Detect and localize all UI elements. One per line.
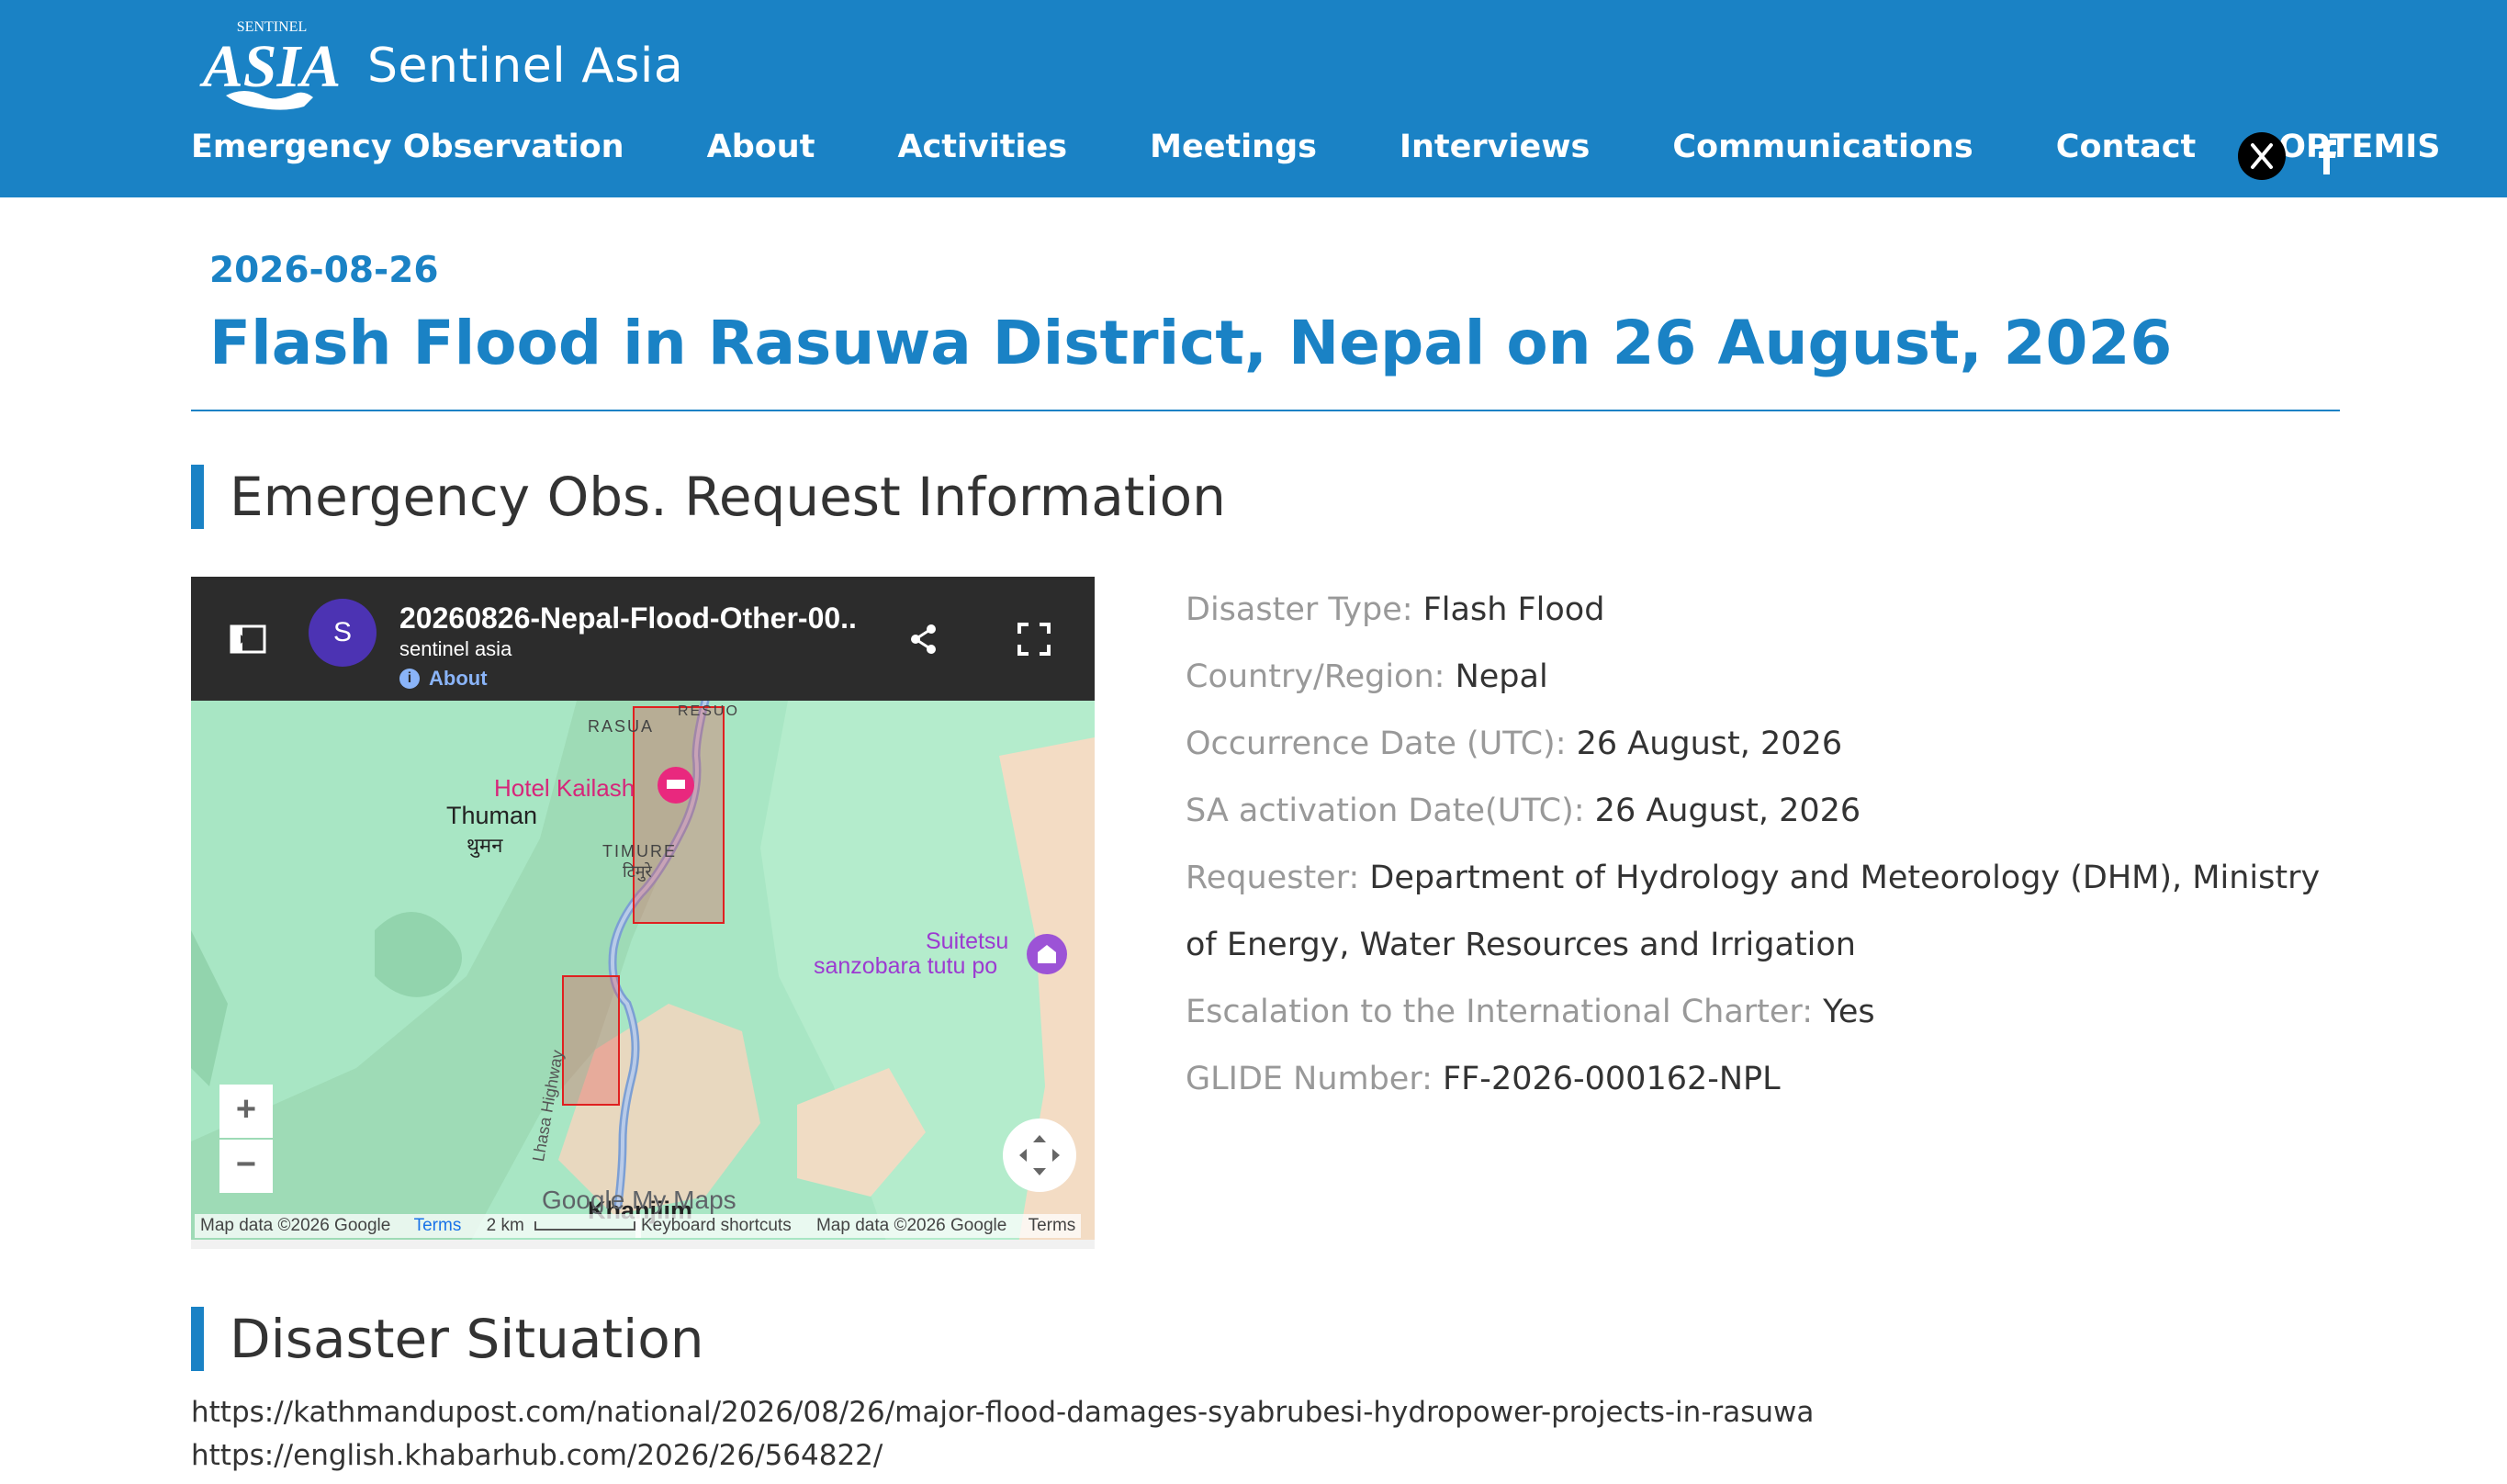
info-value: 26 August, 2026: [1594, 793, 1861, 829]
page-title: Flash Flood in Rasuwa District, Nepal on…: [209, 308, 2173, 378]
info-value: Yes: [1823, 994, 1875, 1030]
zoom-in-button[interactable]: +: [219, 1085, 273, 1138]
source-link[interactable]: https://kathmandupost.com/national/2026/…: [191, 1396, 1814, 1429]
info-label: Occurrence Date (UTC):: [1186, 725, 1577, 762]
flood-area-box: [633, 706, 725, 924]
sidebar-toggle-icon[interactable]: [228, 619, 268, 659]
info-label: Escalation to the International Charter:: [1186, 994, 1824, 1030]
map-attribution-right: Keyboard shortcuts Map data ©2026 Google…: [635, 1214, 1082, 1238]
flood-area-box: [562, 975, 620, 1106]
info-label: Disaster Type:: [1186, 591, 1423, 628]
post-date: 2026-08-26: [209, 250, 439, 291]
map-terms-link[interactable]: Terms: [414, 1216, 462, 1235]
map-label-timure: TIMURE: [602, 842, 677, 860]
map-title: 20260826-Nepal-Flood-Other-00..: [399, 601, 857, 635]
info-value: Flash Flood: [1422, 591, 1605, 628]
map-label-rasua: RASUA: [588, 717, 655, 736]
map-data-text-right: Map data ©2026 Google: [815, 1216, 1007, 1235]
map-label-suitetsu[interactable]: Suitetsu: [926, 928, 1008, 955]
fullscreen-icon[interactable]: [1014, 619, 1054, 659]
map-about-label: About: [429, 667, 488, 690]
svg-text:ASIA: ASIA: [199, 33, 341, 100]
map-embed[interactable]: RASUA RESUO Hotel Kailash Thuman थुमन TI…: [191, 577, 1095, 1249]
info-requester: Requester: Department of Hydrology and M…: [1186, 845, 2333, 979]
map-scale-bar: [534, 1220, 636, 1231]
info-country: Country/Region: Nepal: [1186, 644, 2333, 711]
title-divider: [191, 410, 2340, 411]
map-label-sanzobara[interactable]: sanzobara tutu po: [814, 953, 997, 980]
map-about-link[interactable]: i About: [399, 667, 488, 691]
map-data-text: Map data ©2026 Google: [200, 1216, 391, 1235]
map-label-resuo: RESUO: [678, 703, 739, 719]
share-icon[interactable]: [904, 619, 944, 659]
facebook-icon[interactable]: [2305, 132, 2349, 180]
keyboard-shortcuts-link[interactable]: Keyboard shortcuts: [641, 1216, 792, 1235]
info-label: Country/Region:: [1186, 658, 1456, 695]
site-logo-text: Sentinel Asia: [367, 39, 684, 94]
request-info-list: Disaster Type: Flash Flood Country/Regio…: [1186, 577, 2333, 1113]
info-label: GLIDE Number:: [1186, 1061, 1444, 1097]
main-nav: Emergency Observation About Activities M…: [191, 129, 2441, 165]
section-accent-bar: [191, 1307, 204, 1371]
section-heading-text: Disaster Situation: [230, 1308, 704, 1370]
map-footer-strip: [191, 1240, 1095, 1249]
nav-optemis[interactable]: OPTEMIS: [2278, 129, 2440, 165]
info-icon: i: [399, 669, 420, 689]
nav-contact[interactable]: Contact: [2056, 129, 2196, 165]
info-value: 26 August, 2026: [1576, 725, 1843, 762]
recenter-button[interactable]: [1003, 1119, 1076, 1192]
info-label: SA activation Date(UTC):: [1186, 793, 1595, 829]
map-label-hotel-kailash[interactable]: Hotel Kailash: [494, 774, 635, 803]
info-label: Requester:: [1186, 860, 1370, 896]
map-label-timure-nepali: टिमुरे: [623, 862, 652, 881]
info-value: FF-2026-000162-NPL: [1443, 1061, 1781, 1097]
google-my-maps-logo: Google My Maps: [542, 1186, 736, 1214]
info-charter: Escalation to the International Charter:…: [1186, 979, 2333, 1046]
map-scale-text: 2 km: [486, 1216, 524, 1235]
nav-interviews[interactable]: Interviews: [1400, 129, 1590, 165]
map-toolbar: S 20260826-Nepal-Flood-Other-00.. sentin…: [191, 577, 1095, 701]
site-header: SENTINEL ASIA Sentinel Asia Emergency Ob…: [0, 0, 2507, 197]
info-glide: GLIDE Number: FF-2026-000162-NPL: [1186, 1046, 2333, 1113]
nav-about[interactable]: About: [707, 129, 815, 165]
zoom-out-button[interactable]: −: [219, 1140, 273, 1193]
map-label-thuman: Thuman: [446, 802, 538, 829]
nav-activities[interactable]: Activities: [897, 129, 1067, 165]
section-heading-text: Emergency Obs. Request Information: [230, 466, 1226, 528]
sentinel-asia-logo-icon: SENTINEL ASIA: [199, 19, 341, 110]
map-owner: sentinel asia: [399, 637, 512, 660]
map-label-thuman-nepali: थुमन: [467, 834, 503, 857]
move-icon: [1019, 1135, 1060, 1175]
info-activation-date: SA activation Date(UTC): 26 August, 2026: [1186, 778, 2333, 845]
map-canvas[interactable]: RASUA RESUO Hotel Kailash Thuman थुमन TI…: [191, 696, 1095, 1249]
site-logo[interactable]: SENTINEL ASIA Sentinel Asia: [189, 18, 683, 114]
section-accent-bar: [191, 465, 204, 529]
section-heading-situation: Disaster Situation: [191, 1307, 704, 1371]
x-icon[interactable]: [2238, 132, 2286, 180]
section-heading-request: Emergency Obs. Request Information: [191, 465, 1226, 529]
map-attribution-left: Map data ©2026 Google Terms 2 km: [195, 1214, 642, 1238]
map-terms-link-right[interactable]: Terms: [1029, 1216, 1076, 1235]
nav-emergency-observation[interactable]: Emergency Observation: [191, 129, 624, 165]
nav-communications[interactable]: Communications: [1672, 129, 1973, 165]
info-occurrence-date: Occurrence Date (UTC): 26 August, 2026: [1186, 711, 2333, 778]
info-value: Nepal: [1455, 658, 1548, 695]
nav-meetings[interactable]: Meetings: [1150, 129, 1317, 165]
source-link[interactable]: https://english.khabarhub.com/2026/26/56…: [191, 1439, 883, 1472]
avatar[interactable]: S: [309, 599, 377, 667]
info-disaster-type: Disaster Type: Flash Flood: [1186, 577, 2333, 644]
